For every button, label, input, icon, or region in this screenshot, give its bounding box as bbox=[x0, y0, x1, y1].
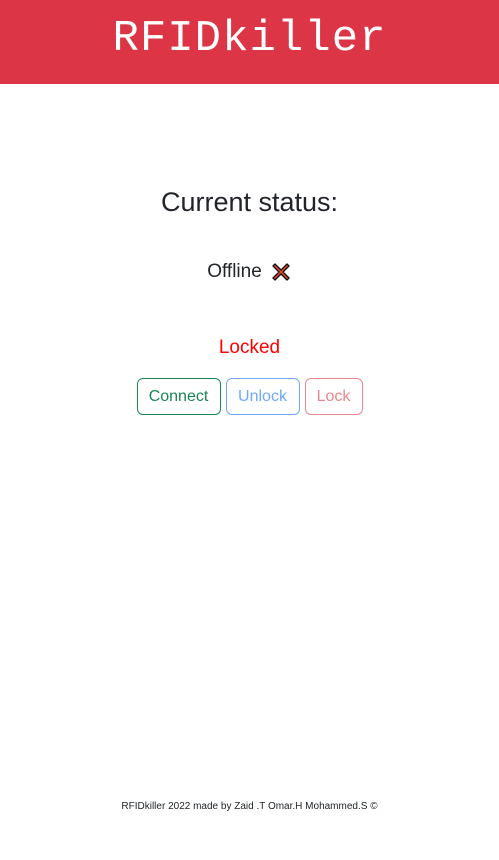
cross-mark-icon bbox=[270, 261, 292, 283]
connect-button[interactable]: Connect bbox=[136, 378, 221, 415]
lock-button[interactable]: Lock bbox=[304, 378, 363, 415]
connection-status-label: Offline bbox=[207, 261, 262, 282]
footer-credits: RFIDkiller 2022 made by Zaid .T Omar.H M… bbox=[121, 801, 378, 812]
action-buttons: Connect Unlock Lock bbox=[0, 378, 499, 415]
connection-status: Offline bbox=[0, 260, 499, 284]
status-heading: Current status: bbox=[160, 187, 339, 217]
app-title: RFIDkiller bbox=[112, 14, 387, 64]
lock-state-label: Locked bbox=[218, 337, 281, 358]
unlock-button[interactable]: Unlock bbox=[225, 378, 300, 415]
page: RFIDkiller Current status: Offline Locke… bbox=[0, 0, 499, 860]
header-bar: RFIDkiller bbox=[0, 0, 499, 84]
